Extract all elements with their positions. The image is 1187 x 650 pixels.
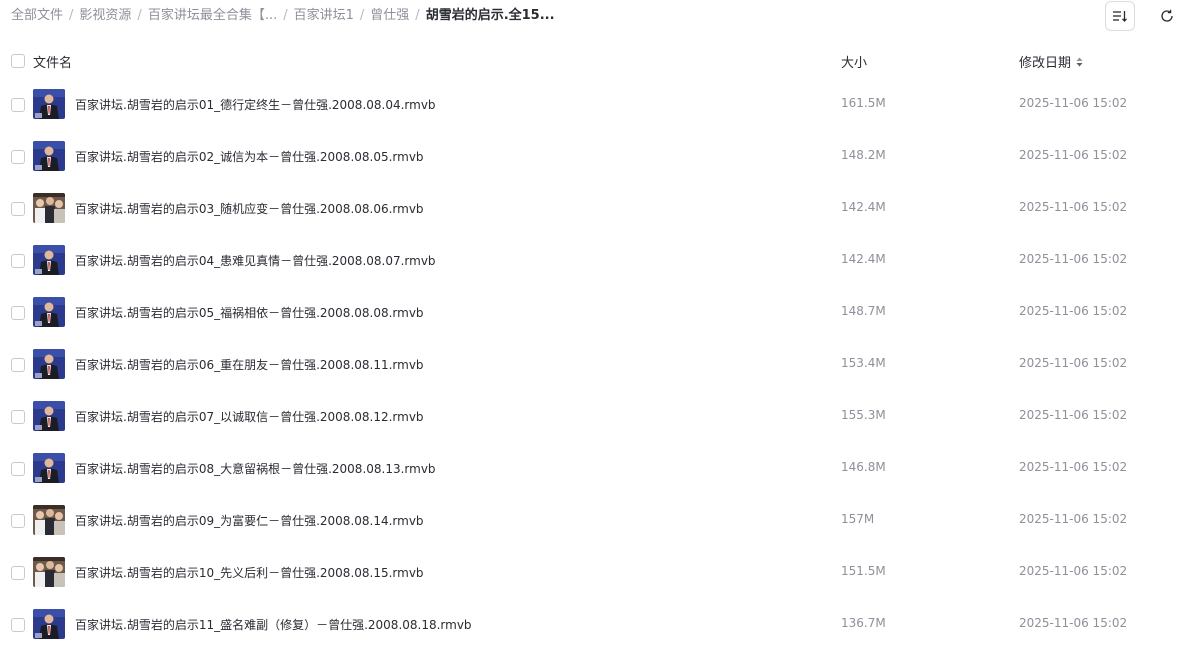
table-row[interactable]: 百家讲坛.胡雪岩的启示04_患难见真情－曾仕强.2008.08.07.rmvb 1…: [0, 234, 1187, 286]
file-name[interactable]: 百家讲坛.胡雪岩的启示11_盛名难副（修复）－曾仕强.2008.08.18.rm…: [75, 616, 472, 633]
breadcrumb-item-video-resources[interactable]: 影视资源: [79, 6, 131, 26]
video-thumbnail: [33, 349, 65, 379]
modified-date: 2025-11-06 15:02: [1019, 616, 1128, 630]
modified-date: 2025-11-06 15:02: [1019, 96, 1128, 110]
breadcrumb-separator: /: [283, 8, 288, 23]
breadcrumb-separator: /: [415, 8, 420, 23]
row-checkbox[interactable]: [11, 254, 25, 268]
breadcrumb-item-author[interactable]: 曾仕强: [370, 6, 409, 26]
row-checkbox[interactable]: [11, 618, 25, 632]
refresh-icon: [1161, 9, 1173, 22]
sort-button[interactable]: [1105, 1, 1135, 31]
top-bar: 全部文件 / 影视资源 / 百家讲坛最全合集【... / 百家讲坛1 / 曾仕强…: [0, 0, 1187, 32]
video-thumbnail: [33, 245, 65, 275]
modified-date: 2025-11-06 15:02: [1019, 564, 1128, 578]
row-checkbox[interactable]: [11, 566, 25, 580]
modified-date: 2025-11-06 15:02: [1019, 512, 1128, 526]
modified-date: 2025-11-06 15:02: [1019, 460, 1128, 474]
table-row[interactable]: 百家讲坛.胡雪岩的启示09_为富要仁－曾仕强.2008.08.14.rmvb 15…: [0, 494, 1187, 546]
file-size: 148.7M: [841, 304, 886, 318]
row-checkbox[interactable]: [11, 514, 25, 528]
modified-date: 2025-11-06 15:02: [1019, 356, 1128, 370]
row-checkbox[interactable]: [11, 202, 25, 216]
sort-list-icon: [1113, 11, 1127, 22]
file-size: 148.2M: [841, 148, 886, 162]
column-header-date[interactable]: 修改日期: [1019, 52, 1083, 71]
file-size: 142.4M: [841, 252, 886, 266]
video-thumbnail: [33, 505, 65, 535]
breadcrumb-separator: /: [137, 8, 142, 23]
breadcrumb-item-all-files[interactable]: 全部文件: [11, 6, 63, 26]
row-checkbox[interactable]: [11, 358, 25, 372]
modified-date: 2025-11-06 15:02: [1019, 200, 1128, 214]
breadcrumb: 全部文件 / 影视资源 / 百家讲坛最全合集【... / 百家讲坛1 / 曾仕强…: [11, 6, 555, 26]
file-size: 157M: [841, 512, 875, 526]
row-checkbox[interactable]: [11, 98, 25, 112]
table-row[interactable]: 百家讲坛.胡雪岩的启示05_福祸相依－曾仕强.2008.08.08.rmvb 14…: [0, 286, 1187, 338]
table-header: 文件名 大小 修改日期: [0, 44, 1187, 78]
video-thumbnail: [33, 89, 65, 119]
row-checkbox[interactable]: [11, 306, 25, 320]
breadcrumb-separator: /: [69, 8, 74, 23]
file-name[interactable]: 百家讲坛.胡雪岩的启示05_福祸相依－曾仕强.2008.08.08.rmvb: [75, 304, 424, 321]
row-checkbox[interactable]: [11, 150, 25, 164]
row-checkbox[interactable]: [11, 462, 25, 476]
file-size: 161.5M: [841, 96, 886, 110]
table-row[interactable]: 百家讲坛.胡雪岩的启示11_盛名难副（修复）－曾仕强.2008.08.18.rm…: [0, 598, 1187, 650]
table-row[interactable]: 百家讲坛.胡雪岩的启示06_重在朋友－曾仕强.2008.08.11.rmvb 15…: [0, 338, 1187, 390]
video-thumbnail: [33, 557, 65, 587]
video-thumbnail: [33, 193, 65, 223]
video-thumbnail: [33, 609, 65, 639]
table-row[interactable]: 百家讲坛.胡雪岩的启示10_先义后利－曾仕强.2008.08.15.rmvb 15…: [0, 546, 1187, 598]
column-header-date-label: 修改日期: [1019, 56, 1072, 71]
file-name[interactable]: 百家讲坛.胡雪岩的启示02_诚信为本－曾仕强.2008.08.05.rmvb: [75, 148, 424, 165]
file-name[interactable]: 百家讲坛.胡雪岩的启示01_德行定终生－曾仕强.2008.08.04.rmvb: [75, 96, 436, 113]
sort-caret-icon: [1076, 57, 1083, 67]
table-row[interactable]: 百家讲坛.胡雪岩的启示01_德行定终生－曾仕强.2008.08.04.rmvb 1…: [0, 78, 1187, 130]
select-all-checkbox[interactable]: [11, 54, 25, 68]
file-name[interactable]: 百家讲坛.胡雪岩的启示09_为富要仁－曾仕强.2008.08.14.rmvb: [75, 512, 424, 529]
file-size: 142.4M: [841, 200, 886, 214]
video-thumbnail: [33, 401, 65, 431]
file-size: 136.7M: [841, 616, 886, 630]
file-size: 155.3M: [841, 408, 886, 422]
file-size: 153.4M: [841, 356, 886, 370]
file-size: 151.5M: [841, 564, 886, 578]
video-thumbnail: [33, 453, 65, 483]
breadcrumb-separator: /: [359, 8, 365, 23]
breadcrumb-current-folder: 胡雪岩的启示.全15...: [425, 8, 555, 23]
table-row[interactable]: 百家讲坛.胡雪岩的启示07_以诚取信－曾仕强.2008.08.12.rmvb 15…: [0, 390, 1187, 442]
file-name[interactable]: 百家讲坛.胡雪岩的启示07_以诚取信－曾仕强.2008.08.12.rmvb: [75, 408, 424, 425]
file-size: 146.8M: [841, 460, 886, 474]
file-name[interactable]: 百家讲坛.胡雪岩的启示10_先义后利－曾仕强.2008.08.15.rmvb: [75, 564, 424, 581]
video-thumbnail: [33, 297, 65, 327]
table-row[interactable]: 百家讲坛.胡雪岩的启示03_随机应变－曾仕强.2008.08.06.rmvb 14…: [0, 182, 1187, 234]
column-header-size[interactable]: 大小: [841, 52, 867, 71]
file-name[interactable]: 百家讲坛.胡雪岩的启示04_患难见真情－曾仕强.2008.08.07.rmvb: [75, 252, 436, 269]
row-checkbox[interactable]: [11, 410, 25, 424]
modified-date: 2025-11-06 15:02: [1019, 252, 1128, 266]
refresh-button[interactable]: [1152, 1, 1182, 31]
column-header-name[interactable]: 文件名: [33, 52, 72, 71]
breadcrumb-item-lecture-collection[interactable]: 百家讲坛最全合集【...: [148, 6, 277, 26]
table-row[interactable]: 百家讲坛.胡雪岩的启示02_诚信为本－曾仕强.2008.08.05.rmvb 14…: [0, 130, 1187, 182]
video-thumbnail: [33, 141, 65, 171]
file-name[interactable]: 百家讲坛.胡雪岩的启示08_大意留祸根－曾仕强.2008.08.13.rmvb: [75, 460, 436, 477]
table-row[interactable]: 百家讲坛.胡雪岩的启示08_大意留祸根－曾仕强.2008.08.13.rmvb 1…: [0, 442, 1187, 494]
breadcrumb-item-lecture-1[interactable]: 百家讲坛1: [294, 6, 354, 26]
file-name[interactable]: 百家讲坛.胡雪岩的启示06_重在朋友－曾仕强.2008.08.11.rmvb: [75, 356, 424, 373]
file-name[interactable]: 百家讲坛.胡雪岩的启示03_随机应变－曾仕强.2008.08.06.rmvb: [75, 200, 424, 217]
modified-date: 2025-11-06 15:02: [1019, 148, 1128, 162]
modified-date: 2025-11-06 15:02: [1019, 408, 1128, 422]
modified-date: 2025-11-06 15:02: [1019, 304, 1128, 318]
